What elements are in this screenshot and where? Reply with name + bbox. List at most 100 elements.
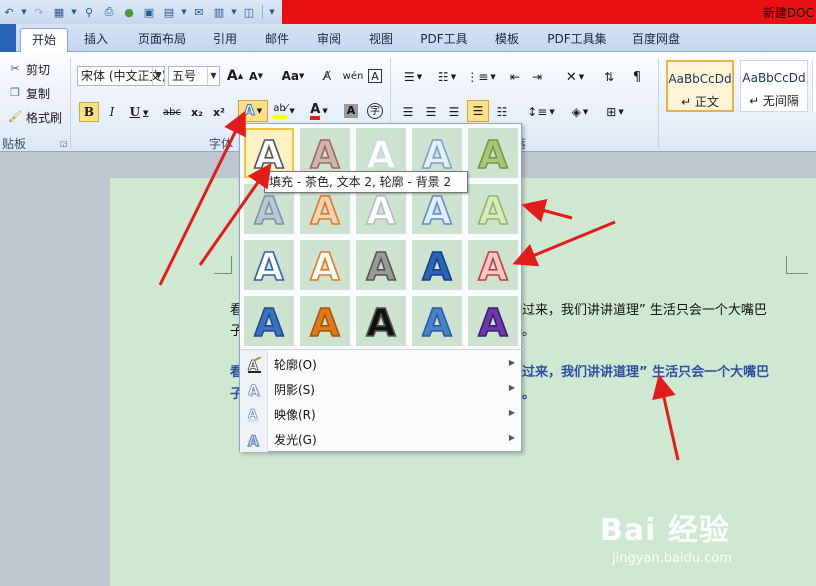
tab-pdf-tools[interactable]: PDF工具 xyxy=(414,28,474,52)
format-painter-button[interactable]: 🖌 格式刷 xyxy=(8,108,62,126)
svg-text:A: A xyxy=(254,301,284,343)
redo-icon[interactable]: ↷ xyxy=(30,3,48,21)
title-highlight: 新建DOC xyxy=(282,0,816,24)
cut-button[interactable]: ✂ 剪切 xyxy=(8,60,50,78)
font-size-dropdown-icon[interactable]: ▼ xyxy=(207,67,219,85)
borders-icon: ⊞ xyxy=(606,105,617,119)
letter-a-icon: A xyxy=(309,132,341,175)
text-box-icon[interactable]: ▤ xyxy=(160,3,178,21)
text-effect-style-r2-c5[interactable]: A xyxy=(468,184,518,234)
line-spacing-button[interactable]: ↕≡ ▼ xyxy=(526,102,556,122)
copy-button[interactable]: ❐ 复制 xyxy=(8,84,50,102)
font-name-dropdown-icon[interactable]: ▼ xyxy=(152,67,164,85)
tab-references[interactable]: 引用 xyxy=(205,28,245,52)
align-center-button[interactable]: ☰ xyxy=(421,102,441,122)
text-effects-button[interactable]: A ▼ xyxy=(238,100,268,122)
tab-mailings[interactable]: 邮件 xyxy=(257,28,297,52)
find-icon[interactable]: ⚲ xyxy=(80,3,98,21)
subscript-button[interactable]: x₂ xyxy=(188,102,206,122)
decrease-indent-button[interactable]: ⇤ xyxy=(506,67,524,87)
text-effect-style-r3-c1[interactable]: A xyxy=(244,240,294,290)
menu-item-glow[interactable]: A 发光(G) ▶ xyxy=(240,427,521,452)
brush-icon: 🖌 xyxy=(8,110,22,123)
letter-a-icon: A xyxy=(477,132,509,175)
tab-review[interactable]: 审阅 xyxy=(309,28,349,52)
text-effect-style-r3-c2[interactable]: A xyxy=(300,240,350,290)
menu-item-shadow[interactable]: AA 阴影(S) ▶ xyxy=(240,377,521,402)
layout-dropdown-icon[interactable]: ▼ xyxy=(230,3,238,21)
shading-button[interactable]: ◈ ▼ xyxy=(565,102,595,122)
grow-font-button[interactable]: A ▲ xyxy=(226,67,244,85)
font-color-button[interactable]: A ▼ xyxy=(306,100,332,122)
distributed-button[interactable]: ☷ xyxy=(492,102,512,122)
shapes-icon[interactable]: ◫ xyxy=(240,3,258,21)
numbering-button[interactable]: ☷ ▼ xyxy=(432,67,462,87)
character-border-button[interactable]: A xyxy=(366,67,384,85)
clear-format-button[interactable]: A̸ xyxy=(318,67,336,85)
sort-button[interactable]: ⇅ xyxy=(600,67,618,87)
layout-icon[interactable]: ▥ xyxy=(210,3,228,21)
text-effect-style-r1-c5[interactable]: A xyxy=(468,128,518,178)
tab-page-layout[interactable]: 页面布局 xyxy=(130,28,194,52)
print-preview-icon[interactable]: ⎙ xyxy=(100,3,118,21)
multilevel-list-icon: ⋮≡ xyxy=(466,70,489,84)
undo-icon[interactable]: ↶ xyxy=(0,3,18,21)
increase-indent-button[interactable]: ⇥ xyxy=(528,67,546,87)
text-effect-style-r3-c3[interactable]: A xyxy=(356,240,406,290)
menu-item-reflection[interactable]: A 映像(R) ▶ xyxy=(240,402,521,427)
change-case-button[interactable]: Aa ▼ xyxy=(280,67,306,85)
style-no-spacing-label: ↵ 无间隔 xyxy=(749,94,799,108)
chinese-layout-icon: ✕ xyxy=(565,69,577,85)
line-spacing-icon: ↕≡ xyxy=(527,105,548,119)
menu-item-outline[interactable]: A 轮廓(O) ▶ xyxy=(240,352,521,377)
text-effect-style-r4-c4[interactable]: A xyxy=(412,296,462,346)
customize-qat-icon[interactable]: ▼ xyxy=(267,3,277,21)
globe-icon[interactable]: ● xyxy=(120,3,138,21)
multilevel-list-button[interactable]: ⋮≡ ▼ xyxy=(466,67,496,87)
quick-access-toolbar: ↶ ▼ ↷ ▦ ▼ ⚲ ⎙ ● ▣ ▤ ▼ ✉ ▥ ▼ ◫ ▼ xyxy=(0,2,277,22)
file-tab[interactable] xyxy=(0,24,16,52)
clipboard-launcher-icon[interactable]: ◲ xyxy=(60,139,68,148)
tab-baidu-netdisk[interactable]: 百度网盘 xyxy=(624,28,688,52)
subscript-glyph: x₂ xyxy=(191,105,203,119)
tab-view[interactable]: 视图 xyxy=(361,28,401,52)
superscript-button[interactable]: x² xyxy=(210,102,228,122)
align-right-button[interactable]: ☰ xyxy=(444,102,464,122)
tab-home[interactable]: 开始 xyxy=(20,28,68,53)
phonetic-guide-button[interactable]: wén xyxy=(342,65,364,87)
highlight-button[interactable]: ab⁄ ▼ xyxy=(270,100,298,122)
bullets-button[interactable]: ☰ ▼ xyxy=(398,67,428,87)
chinese-layout-button[interactable]: ✕ ▼ xyxy=(560,67,590,87)
doc-styled-line-2-end: 。 xyxy=(522,387,536,402)
borders-button[interactable]: ⊞ ▼ xyxy=(600,102,630,122)
text-effect-style-r4-c1[interactable]: A xyxy=(244,296,294,346)
text-effect-style-r4-c2[interactable]: A xyxy=(300,296,350,346)
font-size-combo[interactable]: 五号 ▼ xyxy=(168,66,220,86)
email-icon[interactable]: ✉ xyxy=(190,3,208,21)
tab-pdf-toolset[interactable]: PDF工具集 xyxy=(540,28,614,52)
style-normal[interactable]: AaBbCcDd ↵ 正文 xyxy=(666,60,734,112)
italic-button[interactable]: I xyxy=(103,102,121,122)
justify-button[interactable]: ☰ xyxy=(467,100,489,122)
strikethrough-button[interactable]: abc xyxy=(160,102,184,122)
enclose-characters-button[interactable]: 字 xyxy=(365,101,385,121)
font-name-combo[interactable]: 宋体 (中文正文) ▼ xyxy=(77,66,165,86)
text-effect-style-r4-c5[interactable]: A xyxy=(468,296,518,346)
underline-button[interactable]: U ▼ xyxy=(126,102,152,122)
text-effect-style-r4-c3[interactable]: A xyxy=(356,296,406,346)
tab-insert[interactable]: 插入 xyxy=(76,28,116,52)
tab-templates[interactable]: 模板 xyxy=(487,28,527,52)
character-shading-button[interactable]: A xyxy=(342,102,360,120)
align-left-button[interactable]: ☰ xyxy=(398,102,418,122)
undo-dropdown-icon[interactable]: ▼ xyxy=(20,3,28,21)
text-box-dropdown-icon[interactable]: ▼ xyxy=(180,3,188,21)
text-effect-style-r3-c4[interactable]: A xyxy=(412,240,462,290)
table-icon[interactable]: ▦ xyxy=(50,3,68,21)
bold-button[interactable]: B xyxy=(79,102,99,122)
table-dropdown-icon[interactable]: ▼ xyxy=(70,3,78,21)
show-marks-button[interactable]: ¶ xyxy=(628,67,646,87)
image-icon[interactable]: ▣ xyxy=(140,3,158,21)
shrink-font-button[interactable]: A ▼ xyxy=(247,67,265,85)
style-no-spacing[interactable]: AaBbCcDd ↵ 无间隔 xyxy=(740,60,808,112)
text-effect-style-r3-c5[interactable]: A xyxy=(468,240,518,290)
